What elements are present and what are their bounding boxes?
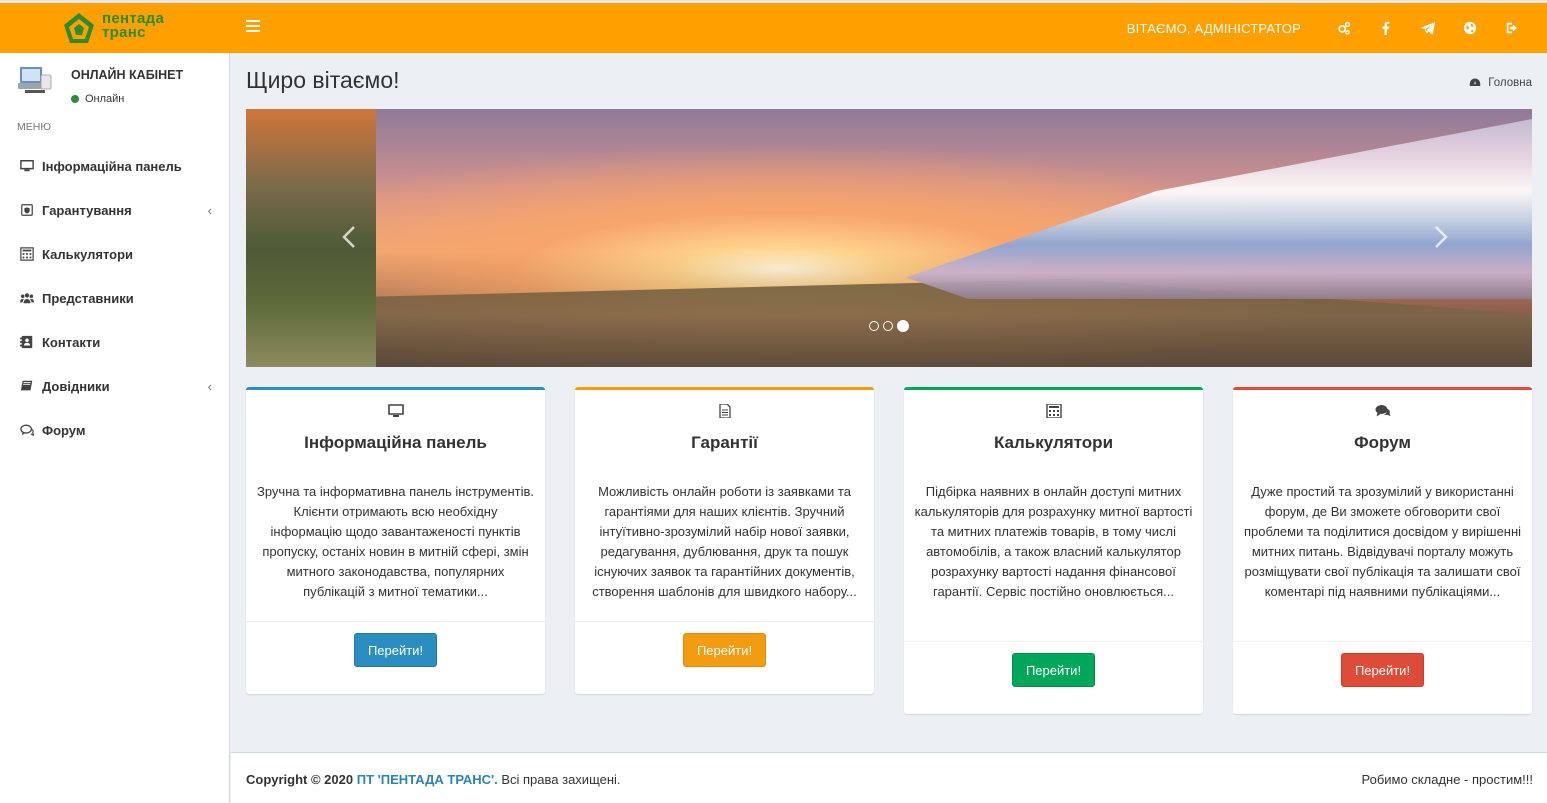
box-text: Можливість онлайн роботи із заявками та … [592, 484, 857, 599]
box-title: Гарантії [691, 433, 758, 452]
sidebar: ОНЛАЙН КАБІНЕТ Онлайн МЕНЮ Інформаційна … [0, 53, 230, 803]
sidebar-item-forum[interactable]: Форум [0, 408, 230, 452]
rights-text: Всі права захищені. [501, 772, 621, 787]
online-status-dot-icon [71, 95, 79, 103]
logo[interactable]: пентада транс [62, 9, 182, 49]
breadcrumb[interactable]: Головна [1469, 77, 1532, 89]
feature-box-info-panel: Інформаційна панель Зручна та інформатив… [246, 387, 545, 694]
top-navbar: пентада транс ВІТАЄМО, АДМІНІСТРАТОР [0, 0, 1547, 53]
copyright-prefix: Copyright © 2020 [246, 772, 354, 787]
menu-header: МЕНЮ [17, 121, 51, 133]
sidebar-item-label: Інформаційна панель [42, 158, 182, 174]
address-book-icon [19, 335, 35, 349]
globe-icon[interactable] [1449, 3, 1491, 53]
sidebar-item-representatives[interactable]: Представники [0, 276, 230, 320]
user-greeting[interactable]: ВІТАЄМО, АДМІНІСТРАТОР [1127, 21, 1301, 36]
copyright: Copyright © 2020 ПТ 'ПЕНТАДА ТРАНС'. Всі… [246, 772, 621, 787]
carousel-next-icon[interactable] [1434, 225, 1454, 251]
sidebar-menu: Інформаційна панель Гарантування ‹ Кальк… [0, 144, 230, 452]
logo-area[interactable]: пентада транс [0, 3, 230, 53]
image-carousel [246, 109, 1532, 367]
sidebar-item-label: Представники [42, 290, 134, 306]
feature-box-calculators: Калькулятори Підбірка наявних в онлайн д… [904, 387, 1203, 714]
monitor-icon [19, 159, 35, 173]
calculator-icon [19, 247, 35, 261]
sign-out-icon[interactable] [1491, 3, 1533, 53]
box-title: Форум [1354, 433, 1411, 452]
go-button[interactable]: Перейти! [354, 633, 437, 667]
comments-icon [1233, 404, 1532, 418]
cogs-icon[interactable] [1323, 3, 1365, 53]
sidebar-item-calculators[interactable]: Калькулятори [0, 232, 230, 276]
box-title: Калькулятори [993, 433, 1114, 452]
box-title: Інформаційна панель [304, 433, 487, 452]
sidebar-toggle-icon[interactable] [246, 20, 260, 34]
sidebar-item-label: Гарантування [42, 202, 132, 218]
box-footer [904, 641, 1203, 642]
top-nav-right: ВІТАЄМО, АДМІНІСТРАТОР [1127, 3, 1533, 53]
box-text: Підбірка наявних в онлайн доступі митних… [914, 484, 1193, 599]
book-icon [19, 379, 35, 393]
feature-box-forum: Форум Дуже простий та зрозумілий у викор… [1233, 387, 1532, 714]
monitor-icon [246, 404, 545, 418]
logo-mark-icon [64, 13, 94, 43]
chevron-left-icon[interactable]: ‹ [208, 379, 212, 394]
sidebar-item-contacts[interactable]: Контакти [0, 320, 230, 364]
company-link[interactable]: ПТ 'ПЕНТАДА ТРАНС'. [357, 772, 498, 787]
go-button[interactable]: Перейти! [683, 633, 766, 667]
comments-icon [19, 423, 35, 437]
footer-slogan: Робимо складне - простим!!! [1361, 772, 1533, 787]
chevron-left-icon[interactable]: ‹ [208, 203, 212, 218]
sidebar-item-label: Форум [42, 422, 86, 438]
sidebar-item-label: Довідники [42, 378, 110, 394]
sidebar-item-directories[interactable]: Довідники ‹ [0, 364, 230, 408]
users-icon [19, 291, 35, 305]
shield-icon [19, 203, 35, 217]
user-panel: ОНЛАЙН КАБІНЕТ Онлайн [0, 53, 230, 115]
carousel-indicators [869, 320, 913, 332]
document-icon [575, 404, 874, 418]
carousel-indicator[interactable] [869, 321, 879, 331]
dashboard-icon [1470, 78, 1481, 86]
user-status-label: Онлайн [85, 93, 125, 105]
sidebar-item-info-panel[interactable]: Інформаційна панель [0, 144, 230, 188]
calculator-icon [904, 404, 1203, 418]
carousel-indicator-active[interactable] [897, 320, 909, 332]
user-status: Онлайн [71, 93, 124, 105]
logo-text: пентада транс [102, 11, 164, 41]
telegram-icon[interactable] [1407, 3, 1449, 53]
breadcrumb-home[interactable]: Головна [1488, 77, 1532, 89]
page-title: Щиро вітаємо! [246, 67, 400, 93]
go-button[interactable]: Перейти! [1012, 653, 1095, 687]
feature-box-guarantees: Гарантії Можливість онлайн роботи із зая… [575, 387, 874, 694]
sidebar-item-label: Калькулятори [42, 246, 134, 262]
box-text: Зручна та інформативна панель інструмент… [256, 484, 534, 599]
user-name: ОНЛАЙН КАБІНЕТ [71, 68, 184, 82]
box-footer [246, 621, 545, 622]
carousel-indicator[interactable] [883, 321, 893, 331]
sidebar-item-label: Контакти [42, 334, 101, 350]
facebook-icon[interactable] [1365, 3, 1407, 53]
footer: Copyright © 2020 ПТ 'ПЕНТАДА ТРАНС'. Всі… [231, 752, 1547, 803]
box-footer [575, 621, 874, 622]
sidebar-item-guarantees[interactable]: Гарантування ‹ [0, 188, 230, 232]
box-footer [1233, 641, 1532, 642]
carousel-prev-icon[interactable] [342, 225, 362, 251]
box-text: Дуже простий та зрозумілий у використанн… [1243, 484, 1522, 599]
carousel-slide-active [376, 109, 1532, 367]
logo-line-2: транс [102, 24, 146, 41]
avatar [17, 61, 53, 97]
go-button[interactable]: Перейти! [1341, 653, 1424, 687]
slide-train [906, 119, 1532, 299]
